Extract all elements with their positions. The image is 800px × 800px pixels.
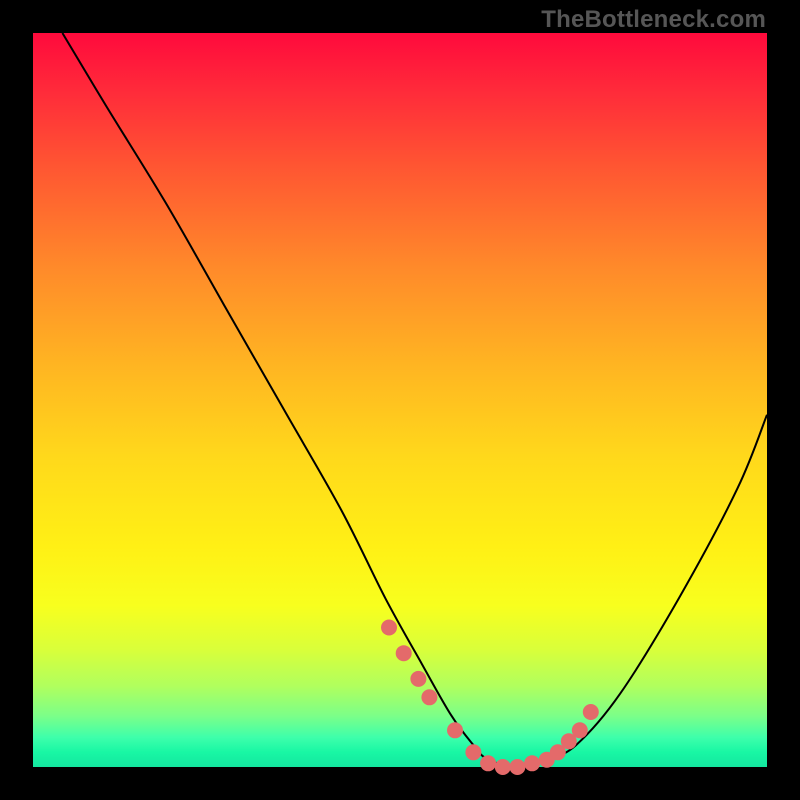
highlight-dot [495,759,511,775]
highlight-dot [465,744,481,760]
highlight-dot [410,671,426,687]
watermark-text: TheBottleneck.com [541,6,766,34]
highlight-dot [509,759,525,775]
chart-svg [33,33,767,767]
highlight-dot [396,645,412,661]
chart-stage: TheBottleneck.com [0,0,800,800]
plot-area [33,33,767,767]
highlight-dot [524,755,540,771]
highlight-dot [421,689,437,705]
highlight-dot [572,722,588,738]
bottleneck-curve [62,33,767,767]
highlight-dot [583,704,599,720]
highlight-dot [447,722,463,738]
highlight-dot [480,755,496,771]
highlight-dot [381,620,397,636]
